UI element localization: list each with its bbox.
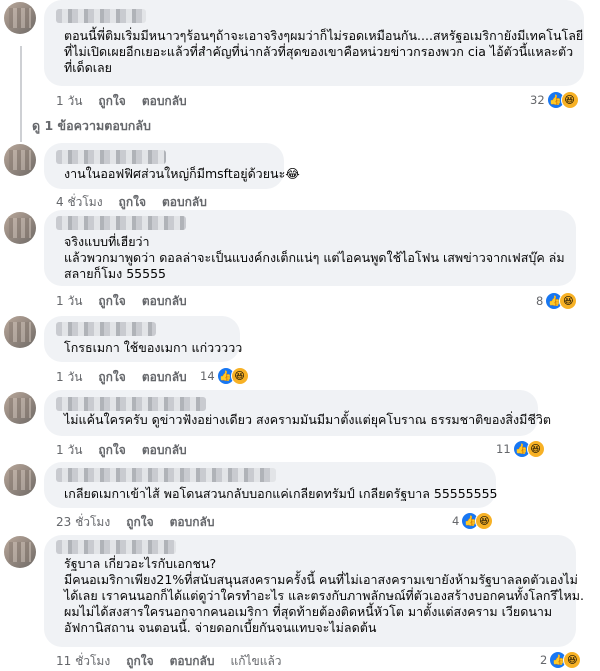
reaction-count: 4 bbox=[452, 514, 460, 528]
avatar[interactable] bbox=[4, 144, 36, 176]
comment-text-line: อัฟกานิสถาน จนตอนนี้. จ่ายดอกเบี้ยกันจนแ… bbox=[64, 620, 377, 635]
comment-actions: 1 วัน ถูกใจ ตอบกลับ bbox=[56, 368, 187, 387]
comment-text-line: ที่เด็ดเลย bbox=[64, 60, 113, 75]
view-replies-link[interactable]: ดู 1 ข้อความตอบกลับ bbox=[32, 116, 151, 136]
reaction-summary[interactable]: 32 👍 😆 bbox=[530, 91, 579, 109]
comment-time[interactable]: 1 วัน bbox=[56, 92, 82, 111]
comment-text-line: มีคนอเมริกาเพียง21%ที่สนับสนุนสงครามครั้… bbox=[64, 572, 578, 587]
like-button[interactable]: ถูกใจ bbox=[98, 92, 125, 111]
reply-button[interactable]: ตอบกลับ bbox=[170, 513, 215, 532]
thread-line bbox=[20, 46, 22, 142]
comment-text-line: โกรธเมกา ใช้ของเมกา แก่ววววว bbox=[64, 340, 243, 355]
comment-time[interactable]: 1 วัน bbox=[56, 441, 82, 460]
reply-button[interactable]: ตอบกลับ bbox=[142, 92, 187, 111]
comment-text-line: แล้วพวกมาพูดว่า ดอลล่าจะเป็นแบงค์กงเต็กแ… bbox=[64, 250, 565, 265]
like-button[interactable]: ถูกใจ bbox=[126, 513, 153, 532]
comment-text-line: จริงแบบที่เฮียว่า bbox=[64, 234, 150, 249]
reply-button[interactable]: ตอบกลับ bbox=[142, 441, 187, 460]
comment-actions: 1 วัน ถูกใจ ตอบกลับ bbox=[56, 441, 187, 460]
haha-icon: 😆 bbox=[559, 292, 578, 310]
avatar[interactable] bbox=[4, 2, 36, 34]
comment-text-line: ไม่แค้นใครครับ ดูข่าวฟังอย่างเดียว สงครา… bbox=[64, 412, 552, 427]
comment-time[interactable]: 1 วัน bbox=[56, 368, 82, 387]
reply-button[interactable]: ตอบกลับ bbox=[142, 292, 187, 311]
comment-text-line: ที่ไม่เปิดเผยอีกเยอะแล้วที่สำคัญที่น่ากล… bbox=[64, 44, 574, 59]
like-button[interactable]: ถูกใจ bbox=[126, 652, 153, 671]
comment-actions: 1 วัน ถูกใจ ตอบกลับ bbox=[56, 92, 187, 111]
reaction-summary[interactable]: 2 👍 😆 bbox=[540, 651, 582, 669]
commenter-name[interactable] bbox=[56, 9, 146, 23]
reaction-summary[interactable]: 11 👍 😆 bbox=[496, 440, 545, 458]
haha-icon: 😆 bbox=[230, 367, 249, 385]
comment-text-line: ตอนนี้พี่ติมเริ่มมีหนาวๆร้อนๆถ้าจะเอาจริ… bbox=[64, 28, 584, 43]
like-button[interactable]: ถูกใจ bbox=[98, 368, 125, 387]
edited-label: แก้ไขแล้ว bbox=[230, 654, 282, 668]
haha-icon: 😆 bbox=[560, 91, 579, 109]
avatar[interactable] bbox=[4, 316, 36, 348]
reaction-summary[interactable]: 14 👍 😆 bbox=[200, 367, 249, 385]
avatar[interactable] bbox=[4, 212, 36, 244]
reaction-count: 14 bbox=[200, 369, 215, 383]
reaction-summary[interactable]: 8 👍 😆 bbox=[536, 292, 578, 310]
commenter-name[interactable] bbox=[56, 468, 276, 482]
reaction-count: 11 bbox=[496, 442, 511, 456]
comment-time[interactable]: 23 ชั่วโมง bbox=[56, 513, 110, 532]
comment-text-line: สลายก็โมง 55555 bbox=[64, 266, 166, 281]
avatar[interactable] bbox=[4, 464, 36, 496]
reaction-summary[interactable]: 4 👍 😆 bbox=[452, 512, 494, 530]
haha-icon: 😆 bbox=[563, 651, 582, 669]
comment-text-line: เกลียดเมกาเข้าไส้ พอโดนสวนกลับบอกแค่เกลี… bbox=[64, 486, 498, 501]
like-button[interactable]: ถูกใจ bbox=[98, 292, 125, 311]
commenter-name[interactable] bbox=[56, 322, 156, 336]
commenter-name[interactable] bbox=[56, 540, 176, 554]
reply-button[interactable]: ตอบกลับ bbox=[170, 652, 215, 671]
comment-text-line: ได้เลย เราคนนอกก็ได้แต่ดูว่าใครทำอะไร แล… bbox=[64, 588, 584, 603]
comment-time[interactable]: 11 ชั่วโมง bbox=[56, 652, 110, 671]
reaction-count: 32 bbox=[530, 93, 545, 107]
comment-actions: 11 ชั่วโมง ถูกใจ ตอบกลับ แก้ไขแล้ว bbox=[56, 652, 282, 671]
avatar[interactable] bbox=[4, 392, 36, 424]
avatar[interactable] bbox=[4, 536, 36, 568]
haha-icon: 😆 bbox=[475, 512, 494, 530]
comment-time[interactable]: 1 วัน bbox=[56, 292, 82, 311]
like-button[interactable]: ถูกใจ bbox=[98, 441, 125, 460]
commenter-name[interactable] bbox=[56, 150, 166, 164]
comment-text-line: งานในออฟฟิศส่วนใหญ่ก็มีmsftอยู่ด้วยนะ😂 bbox=[64, 166, 300, 181]
comment-actions: 1 วัน ถูกใจ ตอบกลับ bbox=[56, 292, 187, 311]
haha-icon: 😆 bbox=[526, 440, 545, 458]
comment-actions: 23 ชั่วโมง ถูกใจ ตอบกลับ bbox=[56, 513, 214, 532]
comment-text-line: ผมไม่ได้สงสารใครนอกจากคนอเมริกา ที่สุดท้… bbox=[64, 604, 553, 619]
reaction-count: 2 bbox=[540, 653, 548, 667]
commenter-name[interactable] bbox=[56, 216, 186, 230]
reaction-count: 8 bbox=[536, 294, 544, 308]
commenter-name[interactable] bbox=[56, 397, 206, 411]
comment-text-line: รัฐบาล เกี่ยวอะไรกับเอกชน? bbox=[64, 556, 217, 571]
reply-button[interactable]: ตอบกลับ bbox=[142, 368, 187, 387]
